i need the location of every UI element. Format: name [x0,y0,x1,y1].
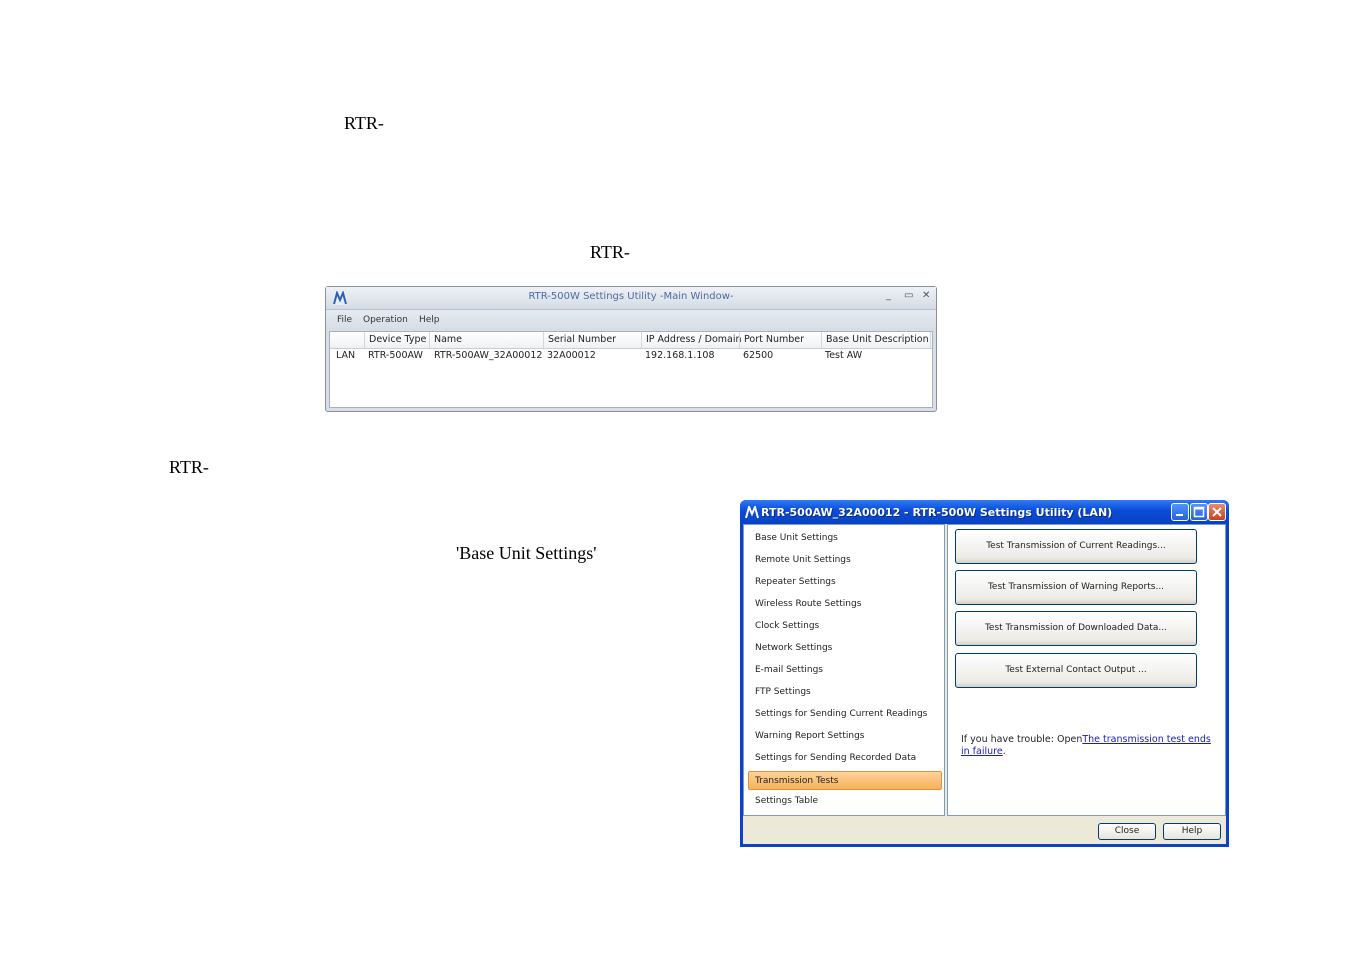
settings-dialog: RTR-500AW_32A00012 - RTR-500W Settings U… [740,500,1229,847]
column-header-serial-number[interactable]: Serial Number [543,332,641,348]
nav-item-settings-table[interactable]: Settings Table [755,796,818,806]
nav-item-wireless-route-settings[interactable]: Wireless Route Settings [755,599,861,609]
cell-connection: LAN [336,350,356,361]
column-header-ip-address[interactable]: IP Address / Domain [641,332,742,348]
column-header-port-number[interactable]: Port Number [739,332,821,348]
device-table: Device Type Name Serial Number IP Addres… [329,331,933,408]
nav-item-network-settings[interactable]: Network Settings [755,643,832,653]
main-window-titlebar[interactable]: RTR-500W Settings Utility -Main Window- … [326,287,936,310]
main-window-title: RTR-500W Settings Utility -Main Window- [528,291,734,302]
test-external-contact-button[interactable]: Test External Contact Output ... [955,653,1197,688]
settings-nav: Base Unit Settings Remote Unit Settings … [743,524,945,816]
main-window-menubar: File Operation Help [326,310,936,330]
nav-item-remote-unit-settings[interactable]: Remote Unit Settings [755,555,851,565]
menu-help[interactable]: Help [419,315,440,325]
test-warning-reports-button[interactable]: Test Transmission of Warning Reports... [955,570,1197,605]
nav-item-transmission-tests[interactable]: Transmission Tests [748,771,942,790]
minimize-button[interactable]: _ [886,290,891,301]
doc-text-rtr-3: RTR- [169,457,209,477]
cell-serial-number: 32A00012 [547,350,596,361]
maximize-button[interactable]: ▭ [904,290,913,301]
menu-operation[interactable]: Operation [363,315,408,325]
nav-item-current-readings-settings[interactable]: Settings for Sending Current Readings [755,709,927,719]
column-header-description[interactable]: Base Unit Description [821,332,931,348]
nav-item-clock-settings[interactable]: Clock Settings [755,621,819,631]
menu-file[interactable]: File [337,315,352,325]
minimize-icon [1176,514,1183,516]
nav-item-base-unit-settings[interactable]: Base Unit Settings [755,533,838,543]
cell-ip-address: 192.168.1.108 [645,350,715,361]
close-dialog-button[interactable]: Close [1098,823,1156,840]
test-current-readings-button[interactable]: Test Transmission of Current Readings... [955,529,1197,564]
doc-text-base-unit-settings: 'Base Unit Settings' [456,543,597,563]
maximize-icon [1193,506,1205,518]
close-button[interactable] [1208,503,1226,521]
main-window: RTR-500W Settings Utility -Main Window- … [325,286,937,412]
cell-description: Test AW [825,350,863,361]
trouble-help-text: If you have trouble: OpenThe transmissio… [961,734,1213,758]
app-logo-icon [745,506,759,519]
nav-item-ftp-settings[interactable]: FTP Settings [755,687,811,697]
maximize-button[interactable] [1190,503,1208,521]
nav-item-recorded-data-settings[interactable]: Settings for Sending Recorded Data [755,753,916,763]
help-suffix: . [1002,746,1006,757]
nav-item-email-settings[interactable]: E-mail Settings [755,665,823,675]
help-button[interactable]: Help [1163,823,1221,840]
doc-text-rtr-1: RTR- [344,113,384,133]
settings-dialog-client: Base Unit Settings Remote Unit Settings … [743,524,1226,844]
help-prefix: If you have trouble: Open [961,734,1083,745]
cell-port-number: 62500 [743,350,774,361]
column-header-name[interactable]: Name [429,332,543,348]
doc-text-rtr-2: RTR- [590,242,630,262]
settings-dialog-titlebar[interactable]: RTR-500AW_32A00012 - RTR-500W Settings U… [740,500,1229,524]
cell-name: RTR-500AW_32A00012 [434,350,543,361]
nav-item-repeater-settings[interactable]: Repeater Settings [755,577,836,587]
minimize-button[interactable] [1171,503,1189,521]
test-downloaded-data-button[interactable]: Test Transmission of Downloaded Data... [955,611,1197,646]
close-button[interactable]: ✕ [922,290,930,301]
column-header-connection[interactable] [330,332,364,348]
close-icon [1212,507,1222,517]
settings-dialog-title: RTR-500AW_32A00012 - RTR-500W Settings U… [761,506,1113,519]
nav-item-warning-report-settings[interactable]: Warning Report Settings [755,731,864,741]
cell-device-type: RTR-500AW [368,350,423,361]
device-table-header: Device Type Name Serial Number IP Addres… [330,332,932,349]
column-header-device-type[interactable]: Device Type [364,332,429,348]
transmission-tests-panel: Test Transmission of Current Readings...… [947,524,1226,816]
